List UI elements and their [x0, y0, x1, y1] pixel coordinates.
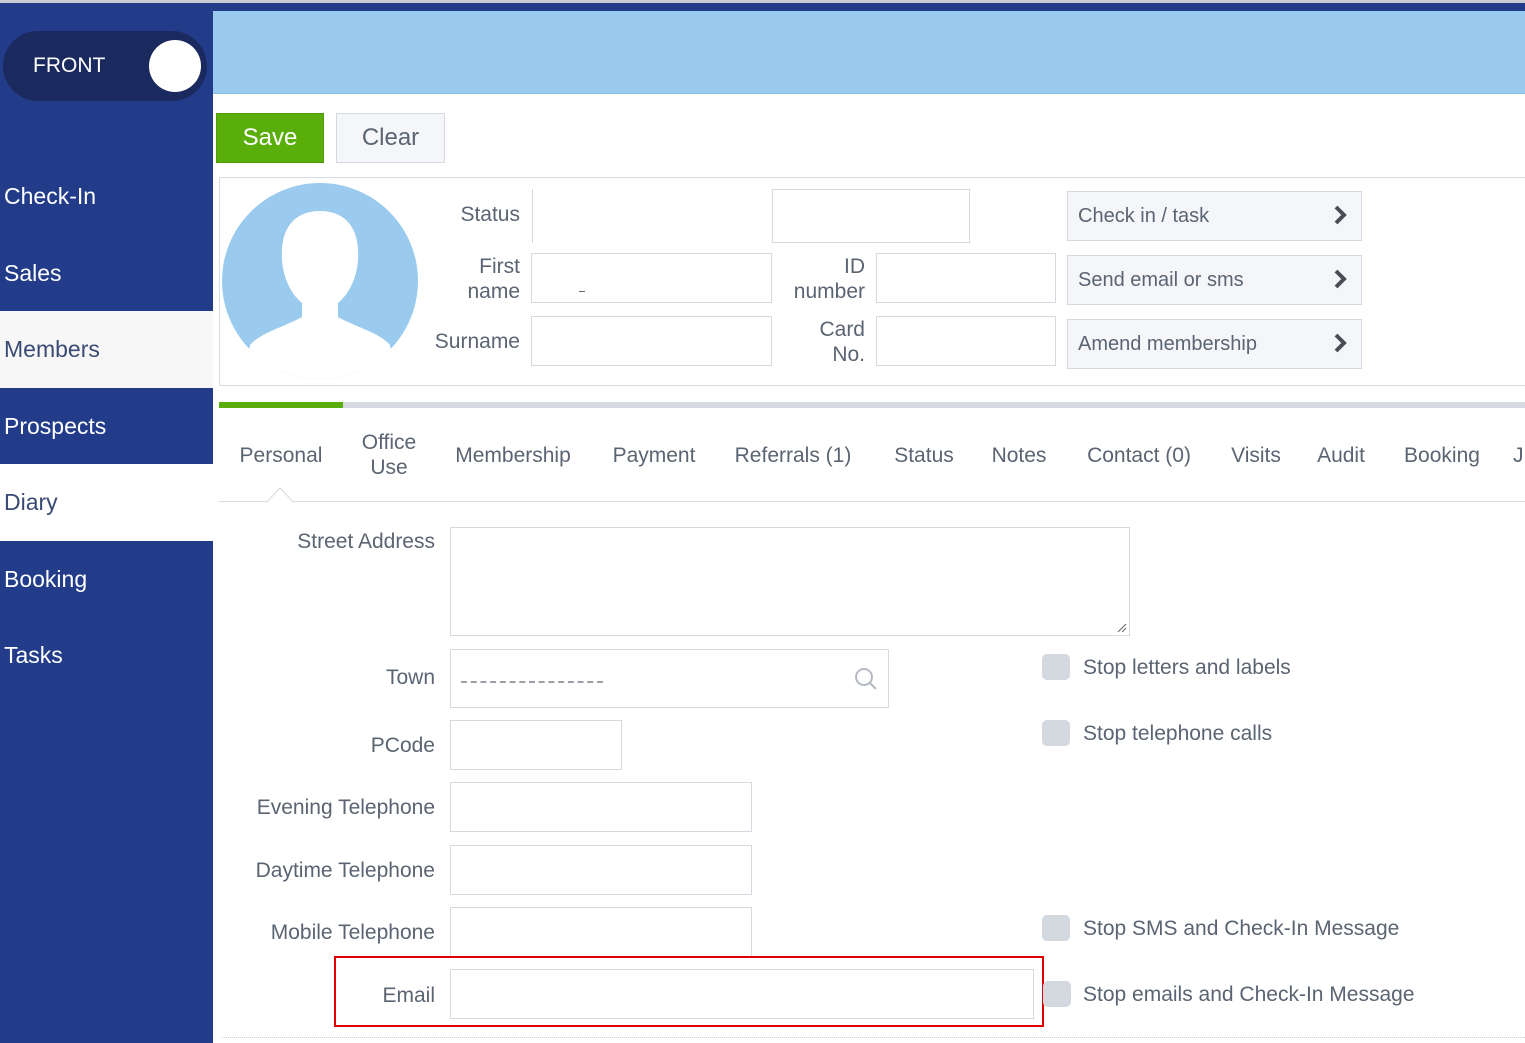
tab-office-use[interactable]: Office Use	[349, 420, 429, 490]
send-email-sms-button[interactable]: Send email or sms	[1067, 255, 1362, 305]
clear-button[interactable]: Clear	[336, 113, 445, 163]
sidebar-nav: Check-In Sales Members Prospects Diary B…	[0, 158, 213, 694]
stop-sms-label: Stop SMS and Check-In Message	[1083, 917, 1400, 940]
tab-bar: Personal Office Use Membership Payment R…	[219, 420, 1525, 503]
header-band	[213, 11, 1525, 94]
chevron-right-icon	[1334, 269, 1347, 289]
chevron-right-icon	[1334, 333, 1347, 353]
sidebar-item-prospects[interactable]: Prospects	[0, 388, 213, 465]
pcode-label: PCode	[370, 734, 435, 757]
front-mode-toggle[interactable]: FRONT	[3, 31, 207, 101]
stop-emails-checkbox[interactable]	[1043, 981, 1071, 1007]
tab-status[interactable]: Status	[885, 420, 963, 490]
evening-telephone-label: Evening Telephone	[256, 796, 435, 819]
tab-membership[interactable]: Membership	[445, 420, 581, 490]
town-label: Town	[385, 666, 435, 689]
id-number-label-line2: number	[793, 280, 865, 303]
status-field-secondary[interactable]	[772, 189, 970, 243]
chevron-right-icon	[1334, 205, 1347, 225]
first-name-input[interactable]	[531, 253, 772, 303]
first-name-label-line2: name	[467, 280, 520, 303]
person-silhouette-icon	[244, 211, 396, 379]
active-tab-pointer	[267, 487, 293, 503]
mobile-telephone-input[interactable]	[450, 907, 752, 957]
street-address-label: Street Address	[297, 530, 435, 553]
toggle-knob[interactable]	[149, 40, 201, 92]
save-button[interactable]: Save	[216, 113, 324, 163]
send-email-sms-label: Send email or sms	[1078, 269, 1244, 291]
check-in-task-button[interactable]: Check in / task	[1067, 191, 1362, 241]
first-name-label: First name	[440, 254, 520, 304]
avatar[interactable]	[222, 183, 418, 379]
sidebar-item-members[interactable]: Members	[0, 311, 213, 388]
resize-handle-icon[interactable]	[1115, 621, 1127, 633]
amend-membership-button[interactable]: Amend membership	[1067, 319, 1362, 369]
card-number-input[interactable]	[876, 316, 1056, 366]
stop-letters-label: Stop letters and labels	[1083, 656, 1291, 679]
tab-overflow[interactable]: J	[1513, 420, 1525, 490]
daytime-telephone-label: Daytime Telephone	[255, 859, 435, 882]
sidebar-item-diary[interactable]: Diary	[0, 464, 213, 541]
stop-sms-checkbox[interactable]	[1042, 915, 1070, 941]
tab-visits[interactable]: Visits	[1223, 420, 1289, 490]
sidebar-item-sales[interactable]: Sales	[0, 235, 213, 312]
mobile-telephone-label: Mobile Telephone	[270, 921, 435, 944]
id-number-input[interactable]	[876, 253, 1056, 303]
tab-personal[interactable]: Personal	[229, 420, 333, 490]
tab-referrals[interactable]: Referrals (1)	[727, 420, 859, 490]
tab-payment[interactable]: Payment	[603, 420, 705, 490]
sidebar-item-booking[interactable]: Booking	[0, 541, 213, 618]
surname-label: Surname	[434, 330, 520, 353]
daytime-telephone-input[interactable]	[450, 845, 752, 895]
street-address-textarea[interactable]	[450, 527, 1130, 636]
tab-audit[interactable]: Audit	[1311, 420, 1371, 490]
pcode-input[interactable]	[450, 720, 622, 770]
tab-contact[interactable]: Contact (0)	[1077, 420, 1201, 490]
section-divider	[222, 1037, 1525, 1038]
tab-office-use-label: Office Use	[361, 431, 417, 479]
card-number-label-line1: Card	[819, 318, 865, 341]
card-number-label: Card No.	[775, 317, 865, 367]
email-highlight-annotation	[334, 956, 1044, 1027]
sidebar-item-tasks[interactable]: Tasks	[0, 617, 213, 694]
amend-membership-label: Amend membership	[1078, 333, 1257, 355]
status-label: Status	[460, 203, 520, 226]
toggle-label: FRONT	[33, 54, 106, 77]
id-number-label: ID number	[775, 254, 865, 304]
id-number-label-line1: ID	[844, 255, 865, 278]
surname-input[interactable]	[531, 316, 772, 366]
top-bar	[0, 3, 1525, 11]
check-in-task-label: Check in / task	[1078, 205, 1210, 227]
card-number-label-line2: No.	[832, 343, 865, 366]
sidebar-item-check-in[interactable]: Check-In	[0, 158, 213, 235]
town-search-input[interactable]	[450, 649, 889, 708]
stop-letters-checkbox[interactable]	[1042, 654, 1070, 680]
evening-telephone-input[interactable]	[450, 782, 752, 832]
stop-telephone-label: Stop telephone calls	[1083, 722, 1273, 745]
status-field[interactable]	[532, 189, 772, 243]
search-icon[interactable]	[853, 666, 879, 692]
town-value-obscured	[461, 681, 603, 684]
profile-progress-bar	[219, 402, 1525, 408]
tab-booking[interactable]: Booking	[1397, 420, 1487, 490]
stop-emails-label: Stop emails and Check-In Message	[1083, 983, 1415, 1006]
sidebar: FRONT Check-In Sales Members Prospects D…	[0, 3, 213, 1043]
tab-notes[interactable]: Notes	[985, 420, 1053, 490]
progress-fill	[219, 402, 344, 408]
stop-telephone-checkbox[interactable]	[1042, 720, 1070, 746]
first-name-placeholder-mark	[579, 291, 585, 292]
first-name-label-line1: First	[479, 255, 520, 278]
